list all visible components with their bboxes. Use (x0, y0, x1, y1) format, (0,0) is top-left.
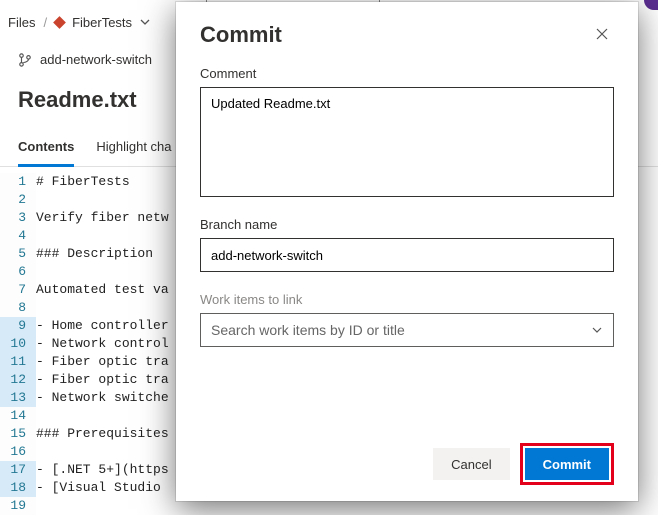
line-text: - Fiber optic tra (36, 353, 169, 371)
close-button[interactable] (590, 22, 614, 46)
line-number: 2 (0, 191, 36, 209)
line-text: - Network switche (36, 389, 169, 407)
line-text: ### Description (36, 245, 153, 263)
line-number: 10 (0, 335, 36, 353)
line-text: - [Visual Studio (36, 479, 169, 497)
line-number: 16 (0, 443, 36, 461)
project-icon (53, 16, 66, 29)
branch-label: Branch name (200, 217, 614, 232)
line-number: 17 (0, 461, 36, 479)
workitems-label: Work items to link (200, 292, 614, 307)
line-number: 19 (0, 497, 36, 515)
line-number: 1 (0, 173, 36, 191)
workitems-combobox[interactable]: Search work items by ID or title (200, 313, 614, 347)
line-text: - [.NET 5+](https (36, 461, 169, 479)
line-number: 5 (0, 245, 36, 263)
commit-button[interactable]: Commit (525, 448, 609, 480)
cancel-button[interactable]: Cancel (433, 448, 509, 480)
line-text: # FiberTests (36, 173, 130, 191)
branch-icon (18, 53, 32, 67)
line-text: - Fiber optic tra (36, 371, 169, 389)
line-number: 7 (0, 281, 36, 299)
line-number: 14 (0, 407, 36, 425)
comment-label: Comment (200, 66, 614, 81)
tab-highlight[interactable]: Highlight cha (96, 133, 171, 166)
line-text: - Home controller (36, 317, 169, 335)
line-number: 12 (0, 371, 36, 389)
chevron-down-icon (591, 324, 603, 336)
commit-highlight: Commit (520, 443, 614, 485)
breadcrumb-separator: / (43, 15, 47, 30)
line-text: - Network control (36, 335, 169, 353)
branch-input[interactable] (200, 238, 614, 272)
breadcrumb-root[interactable]: Files (8, 15, 35, 30)
line-text: Verify fiber netw (36, 209, 169, 227)
line-number: 4 (0, 227, 36, 245)
close-icon (594, 26, 610, 42)
tab-contents[interactable]: Contents (18, 133, 74, 167)
line-text: ### Prerequisites (36, 425, 169, 443)
workitems-placeholder: Search work items by ID or title (211, 322, 405, 338)
line-number: 11 (0, 353, 36, 371)
line-number: 13 (0, 389, 36, 407)
avatar[interactable] (644, 0, 658, 10)
line-number: 3 (0, 209, 36, 227)
line-number: 9 (0, 317, 36, 335)
line-number: 18 (0, 479, 36, 497)
breadcrumb-project[interactable]: FiberTests (72, 15, 132, 30)
line-number: 8 (0, 299, 36, 317)
branch-name[interactable]: add-network-switch (40, 52, 152, 67)
comment-input[interactable] (200, 87, 614, 197)
dialog-title: Commit (200, 22, 282, 48)
commit-dialog: Commit Comment Branch name Work items to… (176, 2, 638, 501)
line-number: 15 (0, 425, 36, 443)
chevron-down-icon[interactable] (140, 17, 150, 27)
line-number: 6 (0, 263, 36, 281)
line-text: Automated test va (36, 281, 169, 299)
